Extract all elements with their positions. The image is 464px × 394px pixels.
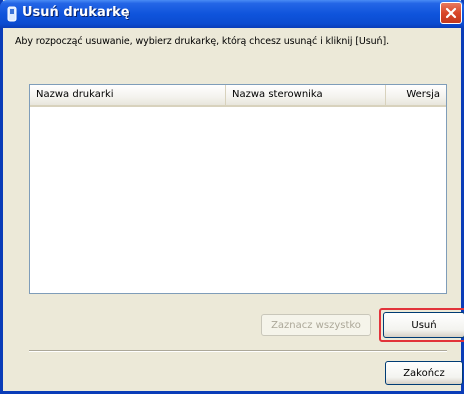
column-version[interactable]: Wersja (386, 85, 446, 105)
title-bar[interactable]: Usuń drukarkę (0, 0, 464, 28)
remove-printer-dialog: Usuń drukarkę Aby rozpocząć usuwanie, wy… (0, 0, 464, 394)
column-driver-name[interactable]: Nazwa sterownika (226, 85, 386, 105)
delete-button[interactable]: Usuń (383, 312, 464, 338)
printer-list[interactable]: Nazwa drukarki Nazwa sterownika Wersja (29, 84, 447, 294)
select-all-button[interactable]: Zaznacz wszystko (261, 314, 371, 336)
separator-line (29, 350, 447, 352)
close-button[interactable] (440, 2, 462, 24)
list-header: Nazwa drukarki Nazwa sterownika Wersja (30, 85, 446, 107)
finish-button[interactable]: Zakończ (385, 361, 463, 385)
column-printer-name[interactable]: Nazwa drukarki (30, 85, 226, 105)
app-icon (7, 6, 17, 22)
close-icon (445, 7, 457, 19)
instruction-text: Aby rozpocząć usuwanie, wybierz drukarkę… (15, 36, 390, 47)
window-title: Usuń drukarkę (22, 5, 130, 20)
